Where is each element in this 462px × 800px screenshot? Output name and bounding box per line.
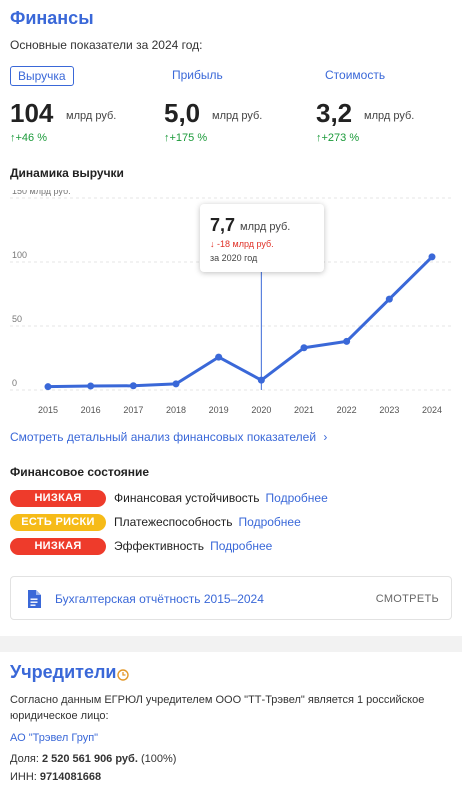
tooltip-value: 7,7 (210, 215, 236, 235)
market-delta: ↑+273 % (316, 132, 360, 144)
tab-value[interactable]: Стоимость (325, 68, 385, 82)
state-row-solvency: ЕСТЬ РИСКИ Платежеспособность Подробнее (10, 513, 301, 531)
view-button[interactable]: СМОТРЕТЬ (376, 593, 439, 605)
details-link[interactable]: Подробнее (266, 491, 328, 505)
status-badge: НИЗКАЯ (10, 489, 106, 507)
analysis-link[interactable]: Смотреть детальный анализ финансовых пок… (10, 430, 327, 444)
founder-share: Доля: 2 520 561 906 руб. (100%) (10, 753, 176, 765)
revenue-delta: ↑+46 % (10, 132, 47, 144)
y-tick-label: 150 млрд руб. (12, 190, 71, 196)
profit-value: 5,0 (164, 98, 201, 128)
y-tick-label: 100 (12, 250, 27, 260)
data-point (385, 295, 393, 303)
finance-title: Финансы (10, 8, 94, 28)
tooltip-unit: млрд руб. (240, 221, 291, 233)
finance-subtitle: Основные показатели за 2024 год: (10, 38, 203, 52)
data-point (215, 353, 223, 361)
tooltip-delta: ↓ -18 млрд руб. (210, 239, 274, 249)
revenue-unit: млрд руб. (66, 110, 117, 122)
data-point (44, 383, 52, 391)
x-tick-label: 2017 (123, 405, 143, 415)
status-badge: НИЗКАЯ (10, 537, 106, 555)
x-tick-label: 2018 (166, 405, 186, 415)
finance-card: Финансы Основные показатели за 2024 год:… (0, 0, 462, 636)
x-tick-label: 2020 (251, 405, 271, 415)
state-label: Платежеспособность (114, 515, 233, 529)
founders-title: Учредители (10, 662, 117, 682)
founders-card: Учредители Согласно данным ЕГРЮЛ учредит… (0, 652, 462, 800)
report-label: Бухгалтерская отчётность 2015–2024 (55, 592, 264, 606)
share-percent: (100%) (140, 753, 177, 765)
tooltip-period: за 2020 год (210, 253, 258, 263)
tab-revenue[interactable]: Выручка (10, 66, 74, 86)
revenue-series-line (46, 255, 434, 389)
document-icon (28, 590, 41, 608)
share-value: 2 520 561 906 руб. (41, 753, 138, 765)
state-row-efficiency: НИЗКАЯ Эффективность Подробнее (10, 537, 272, 555)
founders-description: Согласно данным ЕГРЮЛ учредителем ООО "Т… (10, 694, 425, 722)
x-tick-label: 2024 (422, 405, 442, 415)
founder-company-link[interactable]: АО "Трэвел Груп" (10, 732, 98, 744)
chart-title: Динамика выручки (10, 166, 124, 180)
y-tick-label: 50 (12, 314, 22, 324)
x-tick-label: 2021 (294, 405, 314, 415)
data-point (87, 382, 95, 390)
details-link[interactable]: Подробнее (239, 515, 301, 529)
inn-label: ИНН: (10, 771, 37, 783)
y-tick-label: 0 (12, 378, 17, 388)
share-label: Доля: (10, 753, 39, 765)
profit-unit: млрд руб. (212, 110, 263, 122)
profit-delta: ↑+175 % (164, 132, 208, 144)
founder-inn: ИНН: 9714081668 (10, 771, 101, 783)
status-badge: ЕСТЬ РИСКИ (10, 513, 106, 531)
revenue-value: 104 (10, 98, 54, 128)
x-tick-label: 2015 (38, 405, 58, 415)
data-point (343, 337, 351, 345)
financial-state-title: Финансовое состояние (10, 465, 150, 479)
details-link[interactable]: Подробнее (210, 539, 272, 553)
accounting-report-row[interactable]: Бухгалтерская отчётность 2015–2024 СМОТР… (10, 576, 452, 620)
tab-profit[interactable]: Прибыль (172, 68, 223, 82)
inn-value: 9714081668 (39, 771, 102, 783)
data-point (129, 382, 137, 390)
market-value: 3,2 (316, 98, 353, 128)
state-label: Финансовая устойчивость (114, 491, 260, 505)
x-tick-label: 2023 (379, 405, 399, 415)
x-tick-label: 2022 (337, 405, 357, 415)
analysis-link-label: Смотреть детальный анализ финансовых пок… (10, 430, 317, 444)
data-point (300, 344, 308, 352)
data-point (257, 376, 265, 384)
chevron-right-icon: › (323, 430, 328, 444)
chart-tooltip: 7,7 млрд руб. ↓ -18 млрд руб. за 2020 го… (200, 204, 324, 272)
clock-icon[interactable] (117, 669, 129, 681)
x-tick-label: 2016 (81, 405, 101, 415)
data-point (428, 253, 436, 261)
data-point (172, 380, 180, 388)
state-row-stability: НИЗКАЯ Финансовая устойчивость Подробнее (10, 489, 328, 507)
x-tick-label: 2019 (209, 405, 229, 415)
market-unit: млрд руб. (364, 110, 415, 122)
state-label: Эффективность (114, 539, 205, 553)
